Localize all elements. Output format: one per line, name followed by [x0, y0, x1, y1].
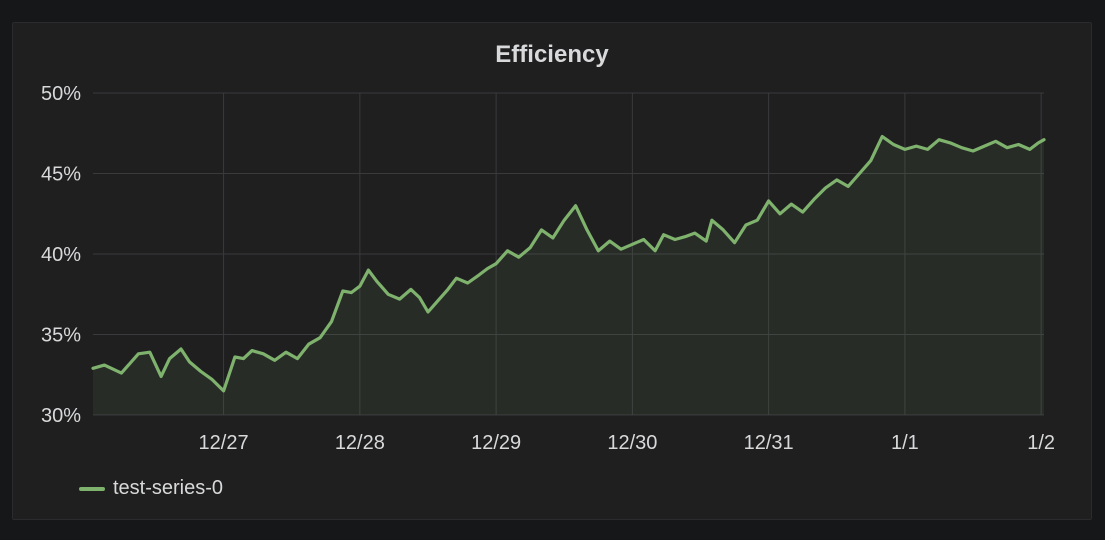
- x-tick-label: 1/2: [1027, 432, 1055, 454]
- y-tick-label: 40%: [41, 244, 81, 266]
- x-tick-label: 12/28: [335, 432, 385, 454]
- y-tick-label: 45%: [41, 164, 81, 186]
- x-tick-label: 12/30: [607, 432, 657, 454]
- x-tick-label: 12/27: [199, 432, 249, 454]
- x-tick-label: 12/29: [471, 432, 521, 454]
- chart-area[interactable]: 30% 35% 40% 45% 50% 12/27 12/28 12/29 12/30 12/31…: [13, 23, 1093, 463]
- x-tick-label: 1/1: [891, 432, 919, 454]
- y-tick-label: 30%: [41, 405, 81, 427]
- y-tick-label: 50%: [41, 83, 81, 105]
- y-tick-label: 35%: [41, 325, 81, 347]
- series-area: [93, 136, 1044, 415]
- x-tick-label: 12/31: [744, 432, 794, 454]
- legend: test-series-0: [79, 477, 223, 500]
- legend-series-swatch: [79, 486, 105, 491]
- graph-panel: Efficiency 30% 35% 40% 45% 50% 12/27 12/28 12/2…: [12, 22, 1092, 520]
- legend-series-label[interactable]: test-series-0: [113, 477, 223, 500]
